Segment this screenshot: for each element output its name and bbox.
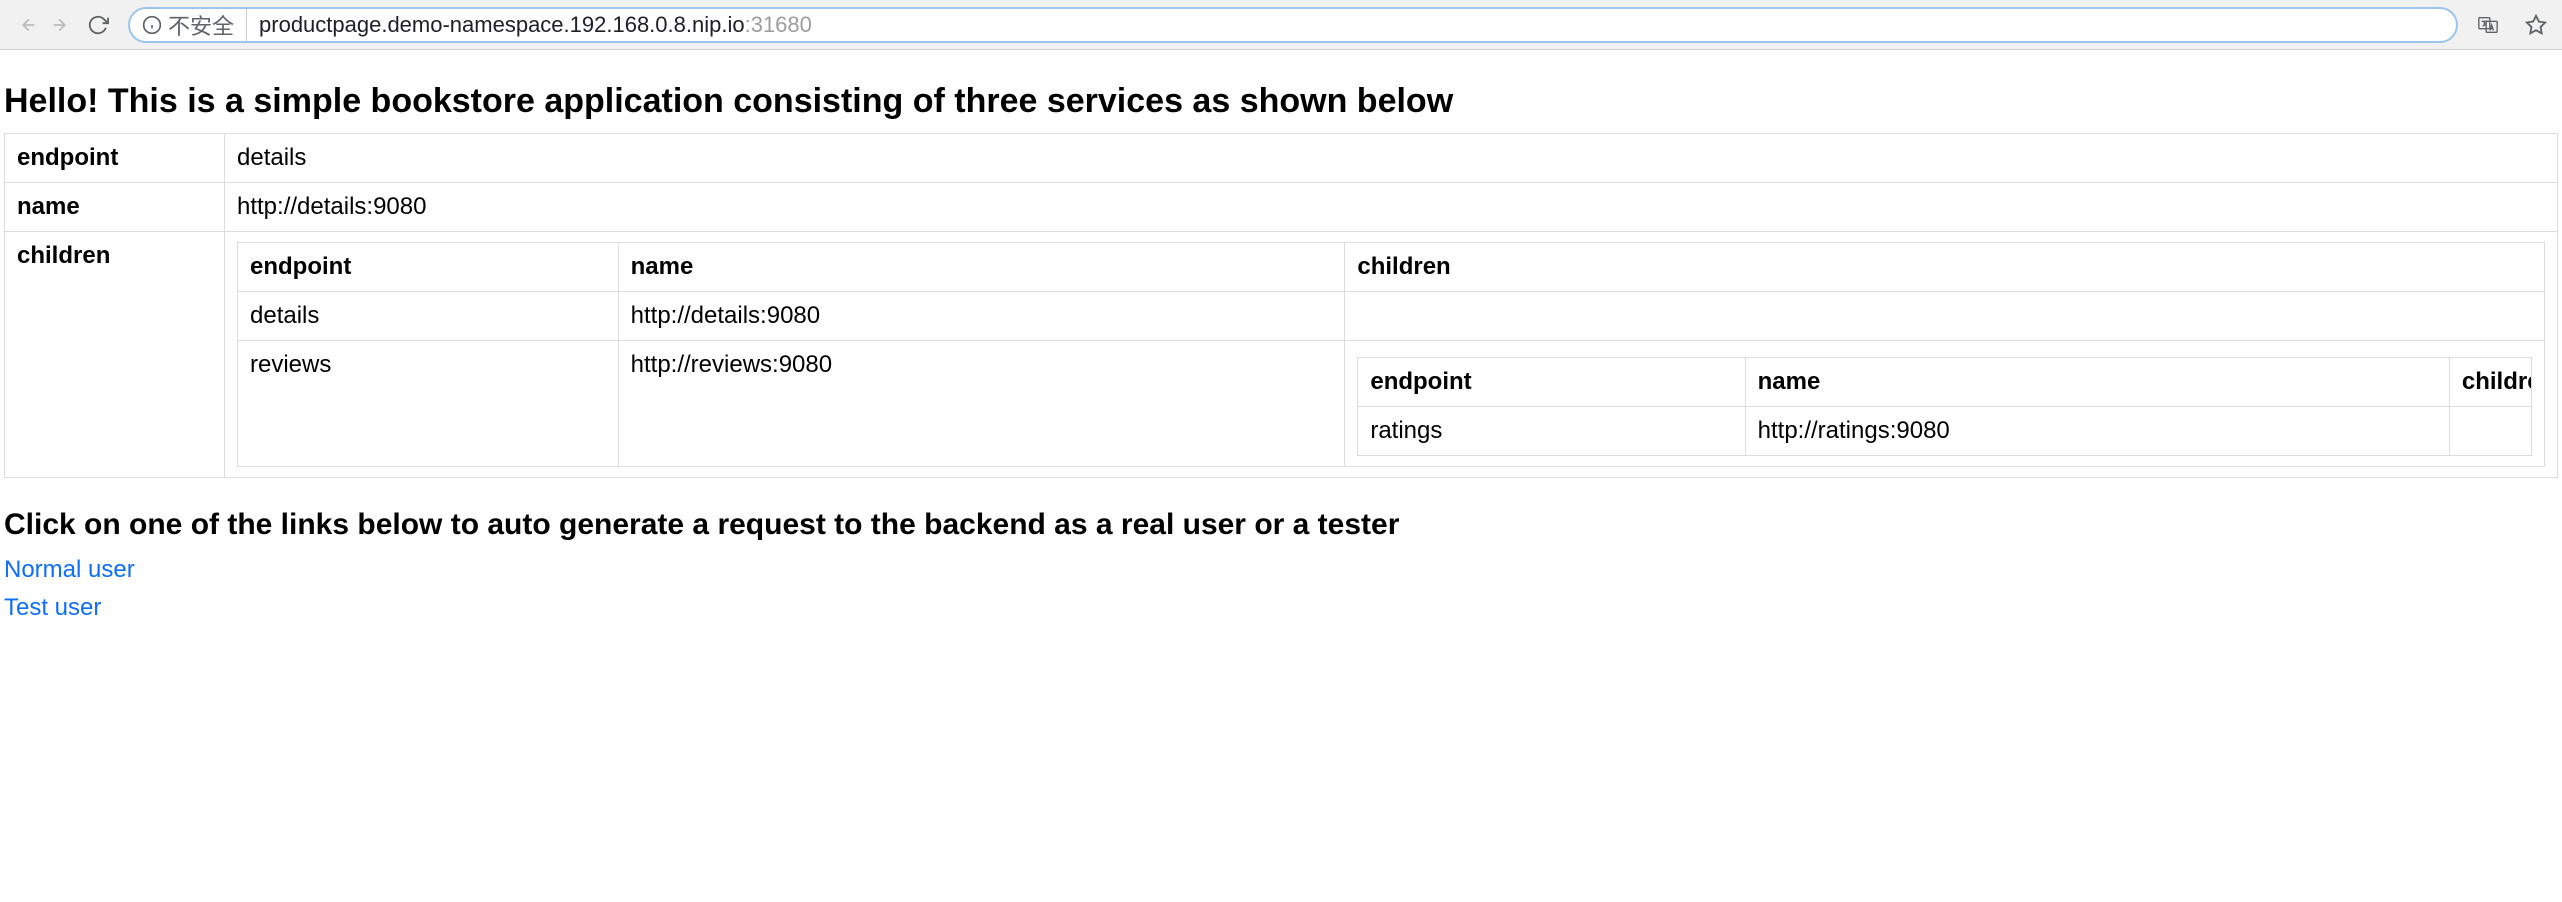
bookmark-button[interactable]	[2518, 7, 2554, 43]
toolbar-right	[2470, 7, 2554, 43]
back-button[interactable]	[8, 7, 44, 43]
test-user-link[interactable]: Test user	[4, 594, 101, 621]
table-row: name http://details:9080	[5, 183, 2558, 232]
cell-children-empty	[1345, 292, 2545, 341]
security-indicator[interactable]: 不安全	[142, 9, 247, 41]
col-header-children: children	[2449, 358, 2531, 407]
row-value-children: endpoint name children details http://de…	[225, 232, 2558, 478]
row-value-name: http://details:9080	[225, 183, 2558, 232]
cell-children-empty	[2449, 407, 2531, 456]
cell-name: http://ratings:9080	[1745, 407, 2449, 456]
translate-icon	[2477, 14, 2499, 36]
services-table: endpoint details name http://details:908…	[4, 133, 2558, 478]
reload-icon	[87, 14, 109, 36]
arrow-left-icon	[15, 14, 37, 36]
table-row: children endpoint name children	[5, 232, 2558, 478]
row-label-children: children	[5, 232, 225, 478]
security-label: 不安全	[168, 9, 234, 41]
cell-endpoint: reviews	[238, 341, 619, 467]
row-label-endpoint: endpoint	[5, 134, 225, 183]
normal-user-link[interactable]: Normal user	[4, 556, 135, 583]
table-row: details http://details:9080	[238, 292, 2545, 341]
col-header-endpoint: endpoint	[238, 243, 619, 292]
col-header-name: name	[1745, 358, 2449, 407]
info-icon	[142, 15, 162, 35]
cell-endpoint: ratings	[1358, 407, 1745, 456]
url-host: productpage.demo-namespace.192.168.0.8.n…	[259, 12, 745, 38]
children-table: endpoint name children details http://de…	[237, 242, 2545, 467]
links-block: Normal user Test user	[4, 556, 2558, 622]
cell-children-nested: endpoint name children ratings	[1345, 341, 2545, 467]
subtitle: Click on one of the links below to auto …	[4, 508, 2558, 542]
cell-name: http://reviews:9080	[618, 341, 1345, 467]
row-label-name: name	[5, 183, 225, 232]
col-header-children: children	[1345, 243, 2545, 292]
star-icon	[2525, 14, 2547, 36]
url-port: :31680	[745, 12, 812, 38]
address-bar[interactable]: 不安全 productpage.demo-namespace.192.168.0…	[128, 7, 2458, 43]
page-title: Hello! This is a simple bookstore applic…	[4, 82, 2558, 121]
col-header-endpoint: endpoint	[1358, 358, 1745, 407]
page-content: Hello! This is a simple bookstore applic…	[0, 50, 2562, 622]
browser-toolbar: 不安全 productpage.demo-namespace.192.168.0…	[0, 0, 2562, 50]
reload-button[interactable]	[80, 7, 116, 43]
nested-children-table: endpoint name children ratings	[1357, 357, 2532, 456]
row-value-endpoint: details	[225, 134, 2558, 183]
cell-endpoint: details	[238, 292, 619, 341]
forward-button[interactable]	[44, 7, 80, 43]
col-header-name: name	[618, 243, 1345, 292]
arrow-right-icon	[51, 14, 73, 36]
cell-name: http://details:9080	[618, 292, 1345, 341]
table-row: reviews http://reviews:9080	[238, 341, 2545, 467]
translate-button[interactable]	[2470, 7, 2506, 43]
table-row: endpoint details	[5, 134, 2558, 183]
table-row: ratings http://ratings:9080	[1358, 407, 2532, 456]
